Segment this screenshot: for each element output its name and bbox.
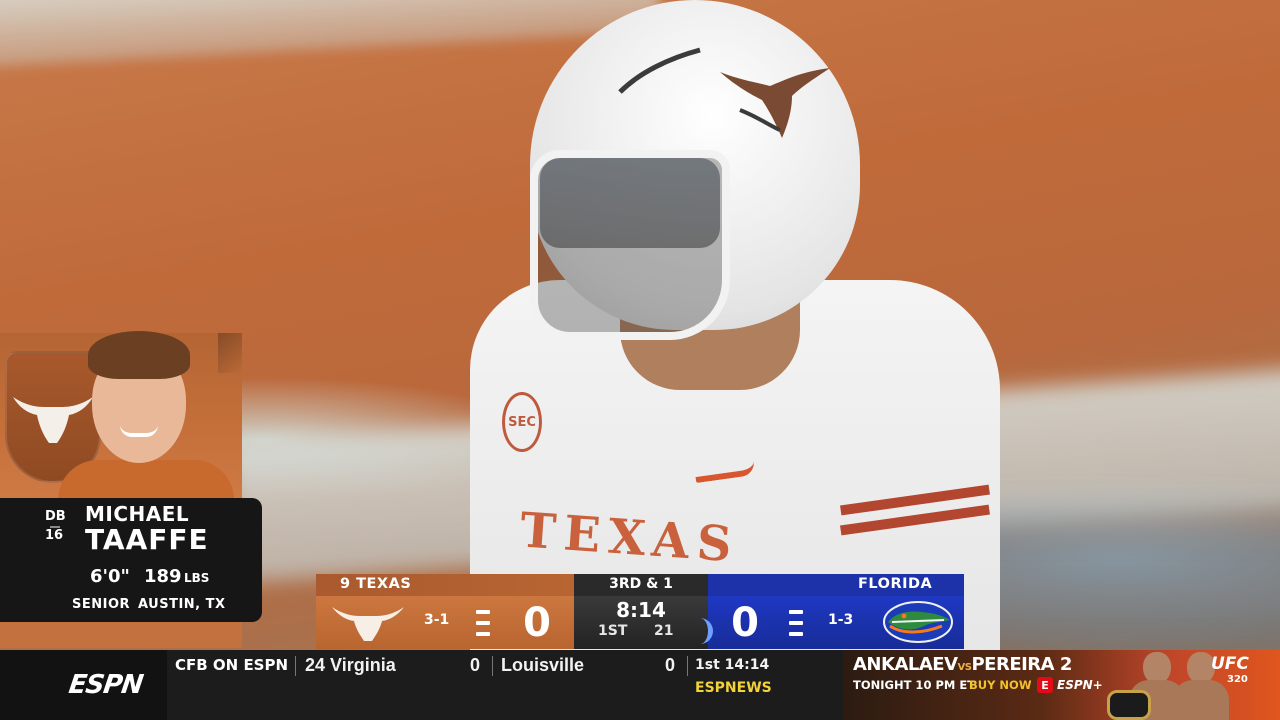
ticker-network: ESPNEWS	[695, 680, 772, 696]
helmet-facemask	[530, 150, 730, 340]
player-number: 16	[45, 528, 64, 543]
sec-patch-icon: SEC	[502, 392, 542, 452]
promo-time: TONIGHT 10 PM ET	[853, 678, 976, 692]
play-clock: 21	[654, 623, 674, 639]
gator-icon	[882, 600, 954, 644]
down-and-distance: 3RD & 1	[609, 576, 673, 592]
player-photo-panel	[0, 331, 242, 500]
bottom-ticker: ESPN CFB ON ESPN 24 Virginia 0 Louisvill…	[0, 650, 1280, 720]
ticker-divider	[295, 656, 296, 676]
ticker-team-1: 24 Virginia	[305, 655, 396, 675]
player-id-card: DB 16 MICHAEL TAAFFE 6'0" 189 LBS SENIOR…	[0, 331, 262, 648]
ticker-team-2-score: 0	[665, 655, 676, 675]
game-clock: 8:14	[616, 598, 666, 622]
buy-now-link[interactable]: BUY NOW	[969, 678, 1032, 692]
player-headshot	[50, 325, 240, 500]
ticker-category: CFB ON ESPN	[175, 656, 289, 674]
espn-logo-text: ESPN	[67, 670, 145, 700]
ticker-team-1-score: 0	[470, 655, 481, 675]
player-weight: 189	[144, 566, 182, 587]
score-ticker-panel: CFB ON ESPN 24 Virginia 0 Louisville 0 1…	[167, 650, 843, 720]
football-player: SEC TEXAS	[440, 0, 1040, 650]
home-score-box: 0	[716, 596, 774, 649]
home-team-name: FLORIDA	[858, 576, 933, 592]
away-score-box: 0	[508, 596, 566, 649]
away-team-name: 9 TEXAS	[340, 576, 412, 592]
player-position: DB	[45, 509, 66, 524]
promo-vs: VS	[957, 662, 972, 673]
longhorn-icon	[330, 601, 406, 643]
scorebug: 9 TEXAS 3-1 0 3RD & 1 8:14 1ST 21 0 1-3 …	[316, 574, 964, 649]
promo-title: ANKALAEVVSPEREIRA 2	[853, 654, 1072, 675]
away-team-record: 3-1	[424, 612, 450, 628]
championship-belt-icon	[1107, 690, 1151, 720]
away-timeouts-indicator	[476, 610, 490, 636]
ticker-divider	[492, 656, 493, 676]
ufc-promo-banner[interactable]: ANKALAEVVSPEREIRA 2 TONIGHT 10 PM ET BUY…	[843, 650, 1280, 720]
game-quarter: 1ST	[598, 623, 628, 639]
player-height: 6'0"	[90, 566, 130, 587]
espn-logo: ESPN	[45, 650, 167, 720]
ticker-team-2: Louisville	[501, 655, 585, 675]
promo-fighter-2: PEREIRA 2	[971, 654, 1072, 675]
player-info-panel: DB 16 MICHAEL TAAFFE 6'0" 189 LBS SENIOR…	[0, 498, 262, 622]
away-team-score: 0	[523, 599, 551, 646]
player-weight-unit: LBS	[184, 571, 210, 585]
ufc-logo: UFC	[1211, 654, 1249, 674]
ufc-event-number: 320	[1227, 674, 1248, 685]
player-hometown: AUSTIN, TX	[138, 597, 226, 612]
player-class: SENIOR	[72, 597, 131, 612]
home-team-score: 0	[731, 599, 759, 646]
card-footer-bar	[0, 622, 242, 648]
espn-plus-logo: ESPN+	[1057, 678, 1103, 692]
home-team-record: 1-3	[828, 612, 854, 628]
home-timeouts-indicator	[789, 610, 803, 636]
espn-plus-e-icon: E	[1037, 677, 1053, 693]
ticker-game-time: 1st 14:14	[695, 657, 770, 673]
ticker-divider	[687, 656, 688, 676]
promo-fighter-1: ANKALAEV	[853, 654, 958, 675]
player-last-name: TAAFFE	[85, 523, 209, 556]
